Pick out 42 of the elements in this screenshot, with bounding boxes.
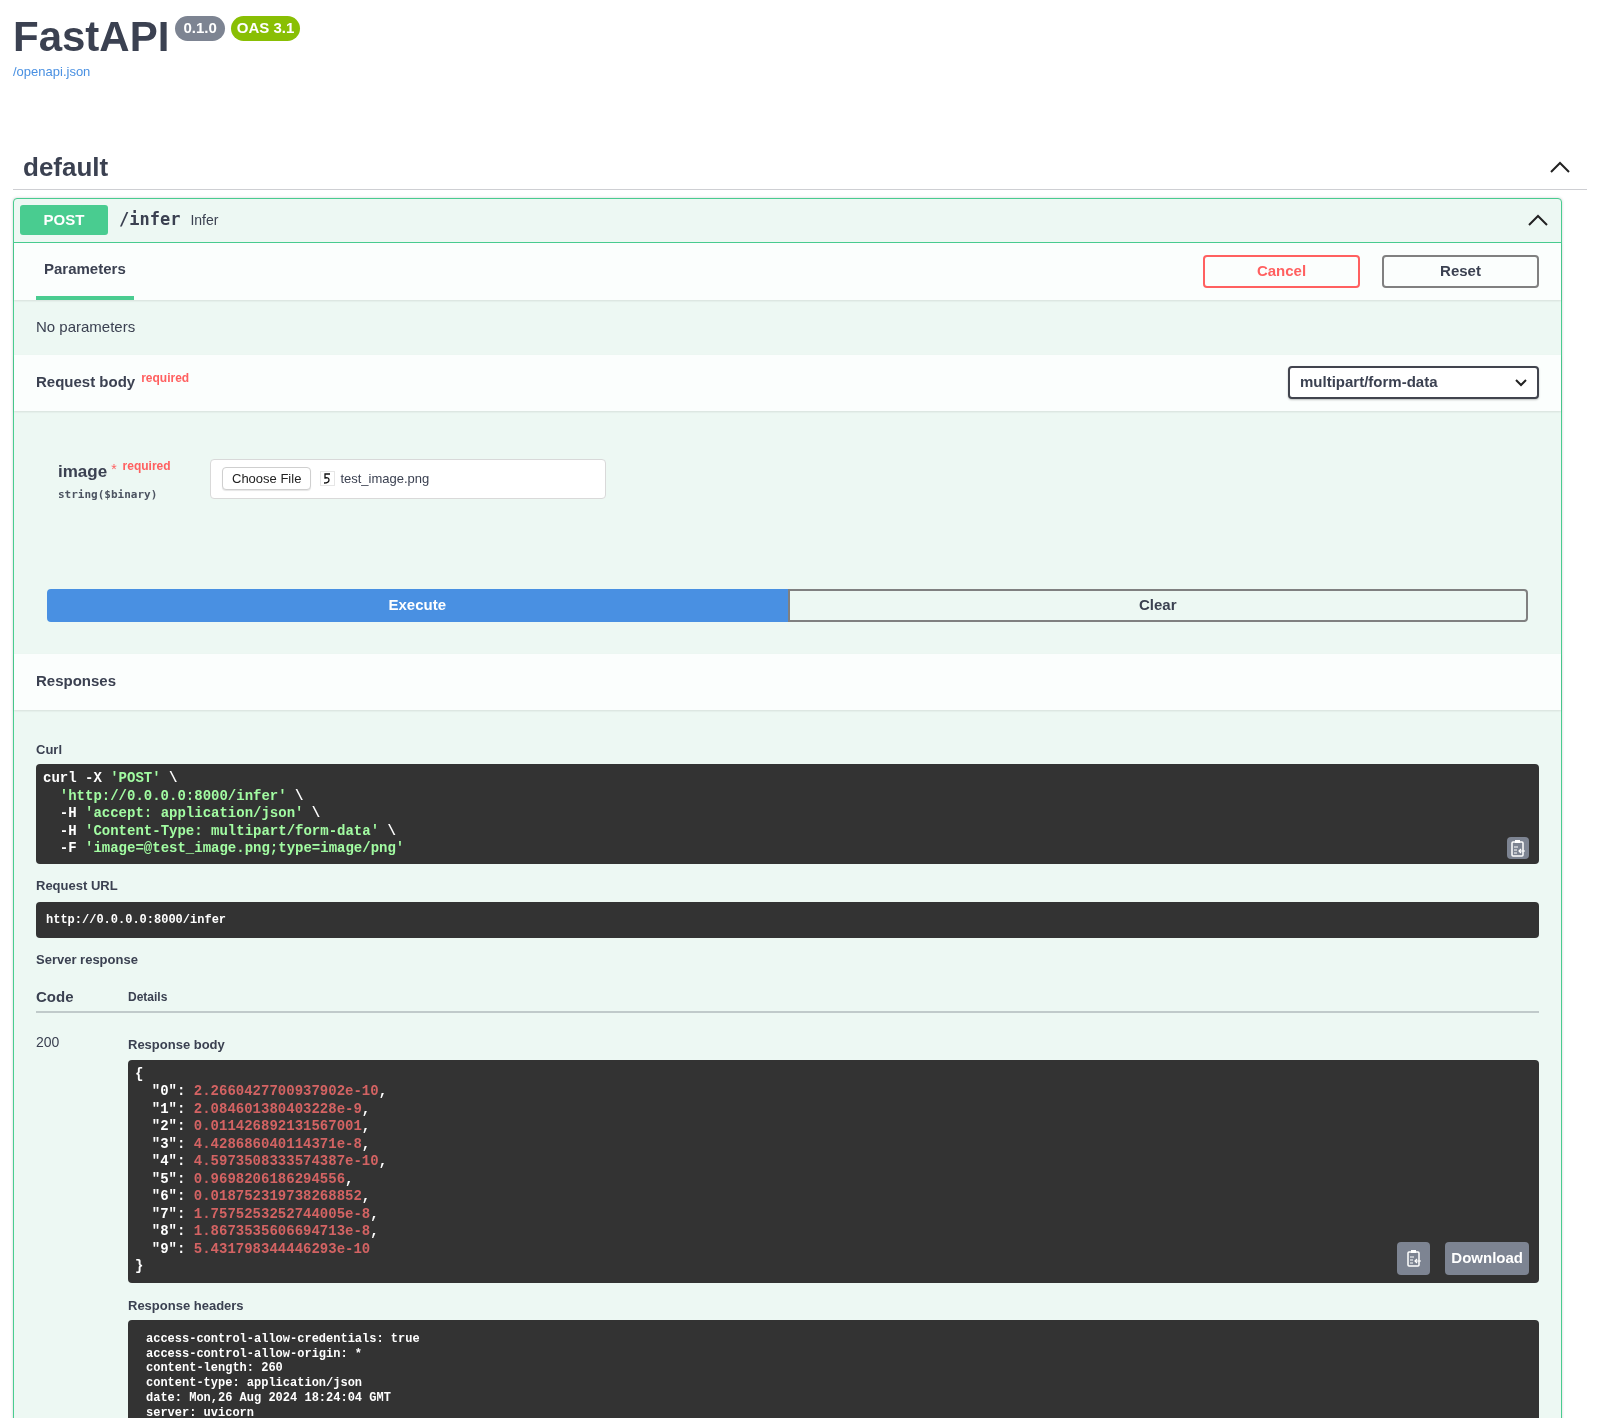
oas-badge: OAS 3.1 [230,16,301,41]
content-type-select[interactable]: multipart/form-data [1288,366,1539,399]
reset-button[interactable]: Reset [1382,254,1539,288]
collapse-icon[interactable] [1549,160,1571,174]
server-response-label: Server response [36,950,138,969]
section-title: default [23,150,109,184]
file-input[interactable]: Choose File test_image.png [210,458,606,499]
file-name: test_image.png [340,469,430,488]
method-badge: POST [20,205,108,235]
status-code: 200 [36,1034,60,1050]
responses-title: Responses [36,671,117,692]
response-headers: access-control-allow-credentials: true access-control-allow-origin: * content-length: 260 content-type: application/json date: Mon,26 Aug 2024 18:24:04 GMT server: uvicorn [146,1332,420,1418]
endpoint-summary: Infer [190,210,219,230]
code-column-header: Code [36,986,75,1007]
no-parameters-text: No parameters [36,316,136,337]
parameters-tab[interactable]: Parameters [36,242,134,300]
response-body-label: Response body [128,1036,225,1054]
copy-button[interactable] [1507,837,1529,859]
request-url-label: Request URL [36,877,118,895]
request-url: http://0.0.0.0:8000/infer [46,911,227,929]
response-body: { "0": 2.2660427700937902e-10, "1": 2.084601380403228e-9, "2": 0.011426892131567001, "3": 4.428686040114371e-8, "4": 4.5973508333574387e-10, "5": 0.9698206186294556, "6": 0.018752319738268852, "7": 1.7575253252744005e-8, "8": 1.8673535606694713e-8, "9": 5.431798344446293e-10 } [134,1064,389,1276]
required-label: required [141,369,190,387]
curl-label: Curl [36,740,62,759]
copy-button[interactable] [1397,1241,1431,1275]
caret-icon [1515,378,1527,387]
collapse-icon[interactable] [1527,213,1549,227]
response-headers-label: Response headers [128,1296,244,1315]
field-name: image [58,460,108,483]
request-body-title: Request body [36,372,136,393]
required-label: required [122,457,171,475]
clipboard-icon [1510,839,1526,857]
field-type: string($binary) [58,487,159,503]
version-badge: 0.1.0 [175,16,225,41]
clipboard-icon [1405,1249,1422,1267]
required-asterisk: * [111,459,117,479]
download-button[interactable]: Download [1445,1241,1529,1275]
clear-button[interactable]: Clear [787,588,1528,622]
endpoint-path[interactable]: /infer [119,207,181,233]
app-title: FastAPI [13,14,170,60]
curl-command: curl -X 'POST' \ 'http://0.0.0.0:8000/infer' \ -H 'accept: application/json' \ -H 'Content-Type: multipart/form-data' \ -F 'image=@test_image.png;type=image/png' [42,769,406,858]
details-column-header: Details [128,989,168,1006]
image-thumbnail-icon [320,471,336,486]
